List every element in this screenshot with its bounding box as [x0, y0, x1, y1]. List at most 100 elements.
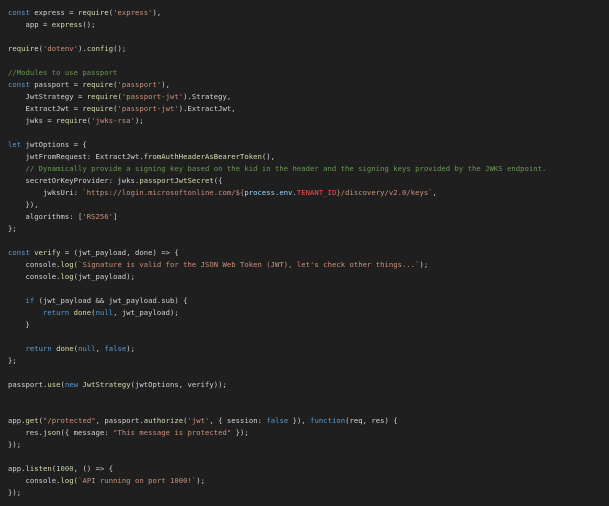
- code-line-1: const express = require('express'),: [8, 7, 609, 19]
- keyword: const: [8, 80, 30, 89]
- code-text: }),: [288, 416, 311, 425]
- code-text: = (jwt_payload, done) => {: [60, 248, 179, 257]
- string-literal: }/discovery/v2.0/keys`: [336, 188, 433, 197]
- code-text: });: [8, 440, 22, 449]
- string-literal: "/protected": [43, 416, 96, 425]
- function-name: require: [86, 92, 118, 101]
- code-text: jwtFromRequest: ExtractJwt.: [8, 152, 144, 161]
- code-line-31: });: [8, 487, 609, 499]
- code-text: algorithms: [: [8, 212, 83, 221]
- code-line-24: };: [8, 355, 609, 367]
- function-name: done: [51, 344, 74, 353]
- code-comment: // Dynamically provide a signing key bas…: [8, 164, 547, 173]
- code-line-3: require('dotenv').config();: [8, 43, 609, 55]
- code-text: console.: [8, 476, 61, 485]
- function-name: express: [51, 20, 83, 29]
- keyword: function: [310, 416, 346, 425]
- code-text: , jwt_payload);: [113, 308, 179, 317]
- code-line-27: res.json({ message: "This message is pro…: [8, 427, 609, 439]
- code-line-22: }: [8, 319, 609, 331]
- string-literal: `https://login.microsoftonline.com/${: [82, 188, 245, 197]
- keyword: return: [8, 308, 70, 317]
- function-name: fromAuthHeaderAsBearerToken: [143, 152, 262, 161]
- code-text: };: [8, 224, 17, 233]
- keyword: false: [266, 416, 289, 425]
- keyword: null: [78, 344, 96, 353]
- code-text: );: [419, 260, 429, 269]
- code-text: console.: [8, 272, 61, 281]
- code-text: passport =: [29, 80, 83, 89]
- code-text: console.: [8, 260, 61, 269]
- code-line-30: console.log(`API running on port 1000!`)…: [8, 475, 609, 487]
- string-literal: 'passport-jwt': [121, 92, 184, 101]
- code-text: ({ message:: [60, 428, 114, 437]
- code-line-13: jwksUri: `https://login.microsoftonline.…: [8, 187, 609, 199]
- code-comment: //Modules to use passport: [8, 68, 118, 77]
- code-text: );: [134, 116, 144, 125]
- keyword: null: [95, 308, 114, 317]
- function-name: require: [78, 8, 109, 17]
- code-line-6: JwtStrategy = require('passport-jwt').St…: [8, 91, 609, 103]
- code-line-25: passport.use(new JwtStrategy(jwtOptions,…: [8, 379, 609, 391]
- code-text: );: [196, 476, 206, 485]
- code-text: ),: [161, 80, 170, 89]
- string-literal: `Signature is valid for the JSON Web Tok…: [78, 260, 420, 269]
- code-line-28: });: [8, 439, 609, 451]
- function-name: listen: [25, 464, 52, 473]
- code-line-2: app = express();: [8, 19, 609, 31]
- code-text: (jwt_payload && jwt_payload.sub) {: [34, 296, 188, 305]
- code-line-16: };: [8, 223, 609, 235]
- function-name: JwtStrategy: [78, 380, 131, 389]
- code-text: app =: [8, 20, 52, 29]
- function-name: passportJwtSecret: [139, 176, 214, 185]
- code-text: (),: [261, 152, 276, 161]
- code-line-4: //Modules to use passport: [8, 67, 609, 79]
- code-text: app.: [8, 464, 26, 473]
- code-text: , { session:: [209, 416, 267, 425]
- code-text: );: [126, 344, 135, 353]
- function-name: use: [47, 380, 61, 389]
- code-text: passport.: [8, 380, 48, 389]
- string-literal: `API running on port 1000!`: [78, 476, 197, 485]
- code-text: ();: [82, 20, 96, 29]
- code-text: jwks =: [8, 116, 57, 125]
- code-line-20: if (jwt_payload && jwt_payload.sub) {: [8, 295, 609, 307]
- function-name: log: [60, 476, 74, 485]
- code-line-10: jwtFromRequest: ExtractJwt.fromAuthHeade…: [8, 151, 609, 163]
- string-literal: 'passport-jwt': [117, 104, 179, 113]
- code-text: ();: [113, 44, 127, 53]
- keyword: const: [8, 248, 30, 257]
- keyword: return: [8, 344, 52, 353]
- string-literal: 'dotenv': [43, 44, 79, 53]
- function-name: done: [69, 308, 92, 317]
- code-text: (req, res) {: [345, 416, 398, 425]
- code-text: });: [8, 488, 22, 497]
- function-name: log: [60, 260, 74, 269]
- code-text: , () => {: [73, 464, 114, 473]
- code-line-11: // Dynamically provide a signing key bas…: [8, 163, 609, 175]
- code-text: ExtractJwt =: [8, 104, 83, 113]
- keyword: const: [8, 8, 30, 17]
- code-line-26: app.get("/protected", passport.authorize…: [8, 415, 609, 427]
- function-name: log: [60, 272, 74, 281]
- code-text: (jwtOptions, verify));: [130, 380, 227, 389]
- variable: process.env.: [244, 188, 297, 197]
- code-text: ]: [113, 212, 118, 221]
- number-literal: 1000: [56, 464, 74, 473]
- code-line-14: }),: [8, 199, 609, 211]
- function-name: get: [25, 416, 39, 425]
- function-name: config: [86, 44, 114, 53]
- string-literal: "This message is protected": [113, 428, 232, 437]
- function-name: require: [82, 104, 114, 113]
- code-text: , passport.: [95, 416, 144, 425]
- code-text: };: [8, 356, 17, 365]
- code-text: ).Strategy,: [183, 92, 232, 101]
- keyword: new: [64, 380, 79, 389]
- keyword: false: [104, 344, 127, 353]
- code-line-23: return done(null, false);: [8, 343, 609, 355]
- code-text: (jwt_payload);: [73, 272, 135, 281]
- function-name: require: [8, 44, 39, 53]
- code-editor[interactable]: const express = require('express'), app …: [0, 0, 609, 506]
- function-name: verify: [29, 248, 61, 257]
- code-text: express =: [29, 8, 79, 17]
